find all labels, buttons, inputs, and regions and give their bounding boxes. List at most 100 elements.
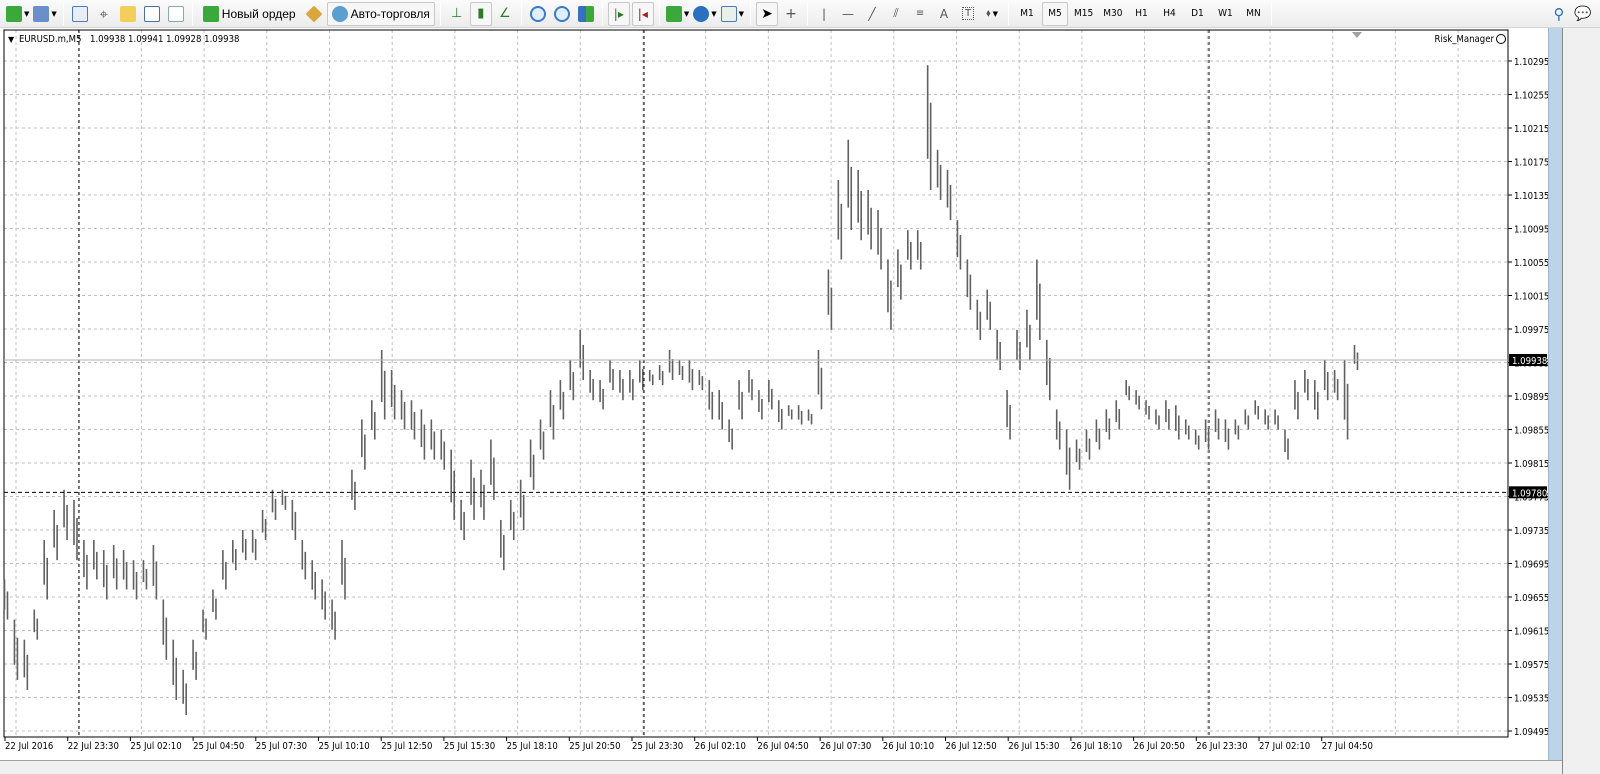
chart-window[interactable]: 1.10295 1.10255 1.10215 1.10175 1.10135 1.100… — [0, 28, 1548, 760]
text-button[interactable]: A — [933, 2, 955, 26]
price-bar — [271, 489, 277, 520]
x-tick-label: 25 Jul 18:10 — [507, 741, 558, 752]
bar-chart-button[interactable]: ⊥ — [446, 2, 468, 26]
price-chart[interactable]: 1.10295 1.10255 1.10215 1.10175 1.10135 1.100… — [0, 28, 1548, 760]
strategy-tester-icon — [167, 5, 184, 22]
line-chart-button[interactable]: ∠ — [494, 2, 516, 26]
price-bar — [519, 479, 525, 530]
market-watch-button[interactable] — [69, 2, 91, 26]
terminal-button[interactable] — [141, 2, 163, 26]
navigator-button[interactable] — [117, 2, 139, 26]
periods-button[interactable]: ▼ — [692, 2, 717, 26]
price-bar — [1194, 429, 1200, 450]
price-bar — [1125, 380, 1130, 401]
cursor-button[interactable]: ➤ — [756, 1, 779, 26]
x-tick-label: 25 Jul 04:50 — [193, 741, 244, 752]
templates-icon — [720, 5, 737, 22]
metaeditor-button[interactable] — [303, 2, 325, 26]
price-bar — [1224, 419, 1230, 450]
vertical-line-button[interactable]: | — [813, 2, 835, 26]
price-bar — [33, 609, 39, 640]
price-bar — [370, 400, 376, 440]
timeframe-m5[interactable]: M5 — [1042, 1, 1069, 26]
timeframe-d1[interactable]: D1 — [1184, 2, 1210, 26]
timeframe-mn[interactable]: MN — [1240, 2, 1266, 26]
candlestick-button[interactable]: ▮ — [469, 1, 492, 26]
timeframe-w1[interactable]: W1 — [1212, 2, 1238, 26]
y-tick-label: 1.10215 — [1514, 124, 1548, 135]
auto-scroll-icon: |▸ — [613, 6, 624, 21]
price-bar — [1095, 419, 1101, 450]
tile-windows-button[interactable] — [575, 2, 597, 26]
trendline-button[interactable]: ╱ — [861, 2, 883, 26]
chat-button[interactable]: 💬 — [1572, 2, 1594, 26]
price-bar — [678, 359, 684, 381]
price-bar — [1214, 409, 1220, 440]
price-bar — [222, 550, 227, 590]
data-window-button[interactable]: ⌖ — [93, 2, 115, 26]
price-bar — [3, 579, 9, 620]
new-order-button[interactable]: Новый ордер — [198, 2, 301, 26]
smiley-icon — [1496, 34, 1506, 44]
y-tick-label: 1.09695 — [1514, 560, 1548, 571]
y-tick-label: 1.09895 — [1514, 392, 1548, 403]
price-bar — [450, 449, 455, 520]
chart-shift-marker[interactable] — [1352, 32, 1362, 38]
auto-scroll-button[interactable]: |▸ — [607, 1, 630, 26]
price-bar — [807, 409, 813, 425]
zoom-out-button[interactable] — [551, 2, 573, 26]
autotrading-button[interactable]: Авто-торговля — [326, 1, 435, 26]
price-bar — [400, 390, 406, 430]
timeframe-h4[interactable]: H4 — [1156, 2, 1182, 26]
timeframe-m15[interactable]: M15 — [1070, 2, 1097, 26]
x-tick-label: 25 Jul 15:30 — [444, 741, 495, 752]
price-bar — [1075, 439, 1081, 470]
price-bar — [797, 405, 803, 425]
price-bar — [410, 400, 416, 440]
price-bar — [73, 499, 78, 561]
chart-shift-button[interactable]: |◂ — [631, 1, 654, 26]
horizontal-line-button[interactable]: — — [837, 2, 859, 26]
y-tick-label: 1.09495 — [1514, 727, 1548, 738]
timeframe-m30[interactable]: M30 — [1099, 2, 1126, 26]
timeframe-h1[interactable]: H1 — [1128, 2, 1154, 26]
text-label-button[interactable]: T — [957, 2, 979, 26]
price-bar — [1313, 380, 1319, 420]
y-tick-label: 1.09615 — [1514, 627, 1548, 638]
y-tick-label: 1.09815 — [1514, 459, 1548, 470]
price-bar — [53, 509, 58, 561]
price-bar — [341, 540, 346, 600]
profiles-button[interactable]: ▼ — [32, 2, 57, 26]
price-bar — [122, 550, 128, 590]
arrows-button[interactable]: ⬧ ▼ — [981, 2, 1003, 26]
x-tick-label: 26 Jul 23:30 — [1196, 741, 1247, 752]
price-bar — [1323, 359, 1329, 401]
price-bar — [361, 419, 366, 470]
crosshair-button[interactable]: + — [780, 2, 802, 26]
price-bar — [916, 230, 922, 270]
zoom-in-button[interactable] — [527, 2, 549, 26]
equidistant-channel-icon: ⫽ — [893, 6, 899, 20]
strategy-tester-button[interactable] — [165, 2, 187, 26]
price-bar — [192, 639, 197, 680]
price-bar — [1055, 409, 1061, 450]
price-bar — [837, 179, 843, 260]
vertical-scrollbar[interactable] — [1548, 28, 1562, 760]
search-button[interactable]: ⚲ — [1548, 2, 1570, 26]
timeframe-m1[interactable]: M1 — [1014, 2, 1040, 26]
price-bar — [23, 639, 29, 690]
y-tick-label: 1.10095 — [1514, 225, 1548, 236]
price-bar — [1026, 309, 1031, 360]
equidistant-channel-button[interactable]: ⫽ — [885, 2, 907, 26]
price-bar — [936, 149, 942, 201]
price-bar — [619, 370, 624, 401]
price-bar — [1175, 405, 1180, 440]
price-bar — [291, 499, 297, 541]
price-bar — [708, 380, 714, 420]
indicators-button[interactable]: ▼ — [665, 2, 690, 26]
fibonacci-button[interactable]: ≡ — [909, 2, 931, 26]
price-bar — [996, 329, 1001, 371]
new-chart-button[interactable]: ▼ — [5, 2, 30, 26]
templates-button[interactable]: ▼ — [720, 2, 745, 26]
symbol-menu-arrow-icon[interactable]: ▼ — [8, 35, 15, 44]
